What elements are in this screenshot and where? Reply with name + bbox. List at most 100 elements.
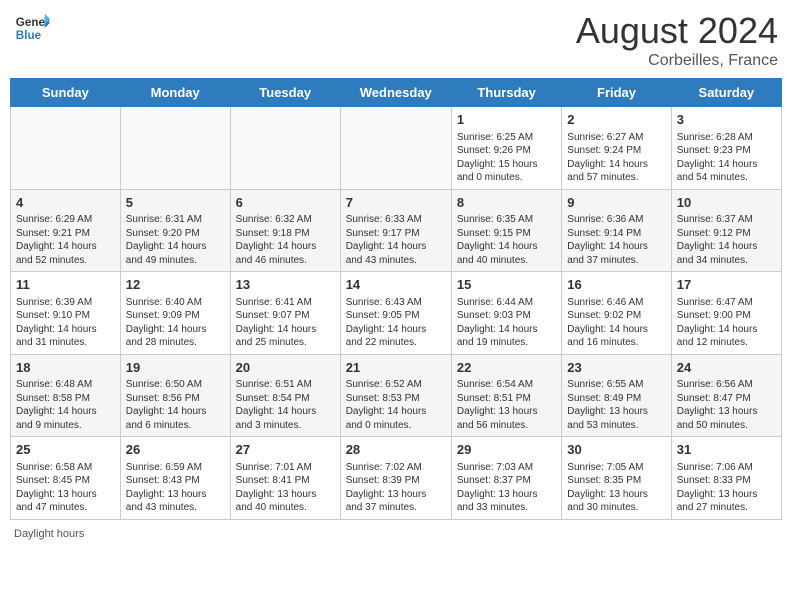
day-info: Sunrise: 6:58 AM Sunset: 8:45 PM Dayligh… — [16, 461, 115, 515]
calendar-cell: 10Sunrise: 6:37 AM Sunset: 9:12 PM Dayli… — [671, 189, 781, 272]
calendar-cell: 5Sunrise: 6:31 AM Sunset: 9:20 PM Daylig… — [120, 189, 230, 272]
day-info: Sunrise: 6:41 AM Sunset: 9:07 PM Dayligh… — [236, 296, 335, 350]
daylight-hours-label: Daylight hours — [14, 528, 84, 540]
day-number: 5 — [126, 194, 225, 212]
day-number: 22 — [457, 359, 556, 377]
day-number: 17 — [677, 276, 776, 294]
day-number: 2 — [567, 111, 665, 129]
day-number: 13 — [236, 276, 335, 294]
calendar-cell — [340, 107, 451, 190]
day-number: 14 — [346, 276, 446, 294]
calendar-cell: 15Sunrise: 6:44 AM Sunset: 9:03 PM Dayli… — [451, 272, 561, 355]
day-info: Sunrise: 7:03 AM Sunset: 8:37 PM Dayligh… — [457, 461, 556, 515]
calendar-cell: 20Sunrise: 6:51 AM Sunset: 8:54 PM Dayli… — [230, 354, 340, 437]
day-info: Sunrise: 6:44 AM Sunset: 9:03 PM Dayligh… — [457, 296, 556, 350]
calendar-cell: 16Sunrise: 6:46 AM Sunset: 9:02 PM Dayli… — [562, 272, 671, 355]
calendar-cell: 29 Sunrise: 7:03 AM Sunset: 8:37 PM Dayli… — [451, 437, 561, 520]
calendar-cell: 25 Sunrise: 6:58 AM Sunset: 8:45 PM Dayli… — [11, 437, 121, 520]
day-number: 26 — [126, 441, 225, 459]
calendar-cell: 18Sunrise: 6:48 AM Sunset: 8:58 PM Dayli… — [11, 354, 121, 437]
day-number: 3 — [677, 111, 776, 129]
day-info: Sunrise: 6:36 AM Sunset: 9:14 PM Dayligh… — [567, 213, 665, 267]
day-number: 28 — [346, 441, 446, 459]
day-info: Sunrise: 6:37 AM Sunset: 9:12 PM Dayligh… — [677, 213, 776, 267]
calendar-week-1: 1Sunrise: 6:25 AM Sunset: 9:26 PM Daylig… — [11, 107, 782, 190]
day-info: Sunrise: 7:05 AM Sunset: 8:35 PM Dayligh… — [567, 461, 665, 515]
day-info: Sunrise: 6:43 AM Sunset: 9:05 PM Dayligh… — [346, 296, 446, 350]
month-year: August 2024 — [576, 10, 778, 52]
day-info: Sunrise: 6:51 AM Sunset: 8:54 PM Dayligh… — [236, 378, 335, 432]
calendar-cell — [120, 107, 230, 190]
calendar-week-2: 4Sunrise: 6:29 AM Sunset: 9:21 PM Daylig… — [11, 189, 782, 272]
day-number: 6 — [236, 194, 335, 212]
col-header-wednesday: Wednesday — [340, 79, 451, 107]
day-info: Sunrise: 7:02 AM Sunset: 8:39 PM Dayligh… — [346, 461, 446, 515]
day-info: Sunrise: 6:32 AM Sunset: 9:18 PM Dayligh… — [236, 213, 335, 267]
day-number: 27 — [236, 441, 335, 459]
col-header-tuesday: Tuesday — [230, 79, 340, 107]
day-number: 8 — [457, 194, 556, 212]
day-number: 23 — [567, 359, 665, 377]
day-info: Sunrise: 6:33 AM Sunset: 9:17 PM Dayligh… — [346, 213, 446, 267]
day-number: 25 — [16, 441, 115, 459]
day-info: Sunrise: 7:06 AM Sunset: 8:33 PM Dayligh… — [677, 461, 776, 515]
calendar-cell: 22Sunrise: 6:54 AM Sunset: 8:51 PM Dayli… — [451, 354, 561, 437]
day-info: Sunrise: 6:40 AM Sunset: 9:09 PM Dayligh… — [126, 296, 225, 350]
calendar-cell: 2 Sunrise: 6:27 AM Sunset: 9:24 PM Daylig… — [562, 107, 671, 190]
day-info: Sunrise: 6:28 AM Sunset: 9:23 PM Dayligh… — [677, 131, 776, 185]
day-number: 20 — [236, 359, 335, 377]
day-number: 19 — [126, 359, 225, 377]
day-info: Sunrise: 6:46 AM Sunset: 9:02 PM Dayligh… — [567, 296, 665, 350]
calendar-cell: 9Sunrise: 6:36 AM Sunset: 9:14 PM Daylig… — [562, 189, 671, 272]
calendar-header-row: SundayMondayTuesdayWednesdayThursdayFrid… — [11, 79, 782, 107]
calendar-cell: 31 Sunrise: 7:06 AM Sunset: 8:33 PM Dayli… — [671, 437, 781, 520]
day-info: Sunrise: 6:27 AM Sunset: 9:24 PM Dayligh… — [567, 131, 665, 185]
calendar-cell: 24Sunrise: 6:56 AM Sunset: 8:47 PM Dayli… — [671, 354, 781, 437]
day-number: 30 — [567, 441, 665, 459]
day-info: Sunrise: 6:31 AM Sunset: 9:20 PM Dayligh… — [126, 213, 225, 267]
calendar-cell: 7Sunrise: 6:33 AM Sunset: 9:17 PM Daylig… — [340, 189, 451, 272]
day-info: Sunrise: 6:52 AM Sunset: 8:53 PM Dayligh… — [346, 378, 446, 432]
day-number: 7 — [346, 194, 446, 212]
calendar-cell: 11 Sunrise: 6:39 AM Sunset: 9:10 PM Dayli… — [11, 272, 121, 355]
calendar-week-3: 11 Sunrise: 6:39 AM Sunset: 9:10 PM Dayli… — [11, 272, 782, 355]
calendar-cell: 8Sunrise: 6:35 AM Sunset: 9:15 PM Daylig… — [451, 189, 561, 272]
day-number: 9 — [567, 194, 665, 212]
day-number: 31 — [677, 441, 776, 459]
calendar-cell: 12Sunrise: 6:40 AM Sunset: 9:09 PM Dayli… — [120, 272, 230, 355]
day-number: 21 — [346, 359, 446, 377]
day-info: Sunrise: 6:54 AM Sunset: 8:51 PM Dayligh… — [457, 378, 556, 432]
title-block: August 2024 Corbeilles, France — [576, 10, 778, 70]
day-info: Sunrise: 6:35 AM Sunset: 9:15 PM Dayligh… — [457, 213, 556, 267]
calendar-cell: 13 Sunrise: 6:41 AM Sunset: 9:07 PM Dayli… — [230, 272, 340, 355]
col-header-friday: Friday — [562, 79, 671, 107]
day-info: Sunrise: 6:39 AM Sunset: 9:10 PM Dayligh… — [16, 296, 115, 350]
day-info: Sunrise: 6:56 AM Sunset: 8:47 PM Dayligh… — [677, 378, 776, 432]
day-number: 29 — [457, 441, 556, 459]
calendar-cell: 30 Sunrise: 7:05 AM Sunset: 8:35 PM Dayli… — [562, 437, 671, 520]
day-info: Sunrise: 6:29 AM Sunset: 9:21 PM Dayligh… — [16, 213, 115, 267]
calendar-week-5: 25 Sunrise: 6:58 AM Sunset: 8:45 PM Dayli… — [11, 437, 782, 520]
calendar-cell — [230, 107, 340, 190]
day-number: 18 — [16, 359, 115, 377]
day-info: Sunrise: 6:59 AM Sunset: 8:43 PM Dayligh… — [126, 461, 225, 515]
day-info: Sunrise: 6:50 AM Sunset: 8:56 PM Dayligh… — [126, 378, 225, 432]
day-info: Sunrise: 6:48 AM Sunset: 8:58 PM Dayligh… — [16, 378, 115, 432]
calendar-cell: 6Sunrise: 6:32 AM Sunset: 9:18 PM Daylig… — [230, 189, 340, 272]
col-header-sunday: Sunday — [11, 79, 121, 107]
svg-text:Blue: Blue — [16, 29, 42, 42]
day-number: 24 — [677, 359, 776, 377]
calendar-cell: 28 Sunrise: 7:02 AM Sunset: 8:39 PM Dayli… — [340, 437, 451, 520]
logo: General Blue — [14, 10, 50, 46]
calendar-cell — [11, 107, 121, 190]
calendar-cell: 26 Sunrise: 6:59 AM Sunset: 8:43 PM Dayli… — [120, 437, 230, 520]
calendar-cell: 14 Sunrise: 6:43 AM Sunset: 9:05 PM Dayli… — [340, 272, 451, 355]
calendar-cell: 1Sunrise: 6:25 AM Sunset: 9:26 PM Daylig… — [451, 107, 561, 190]
day-info: Sunrise: 6:55 AM Sunset: 8:49 PM Dayligh… — [567, 378, 665, 432]
calendar-cell: 17Sunrise: 6:47 AM Sunset: 9:00 PM Dayli… — [671, 272, 781, 355]
location: Corbeilles, France — [576, 52, 778, 70]
day-number: 1 — [457, 111, 556, 129]
day-number: 11 — [16, 276, 115, 294]
calendar-cell: 23Sunrise: 6:55 AM Sunset: 8:49 PM Dayli… — [562, 354, 671, 437]
calendar-week-4: 18Sunrise: 6:48 AM Sunset: 8:58 PM Dayli… — [11, 354, 782, 437]
